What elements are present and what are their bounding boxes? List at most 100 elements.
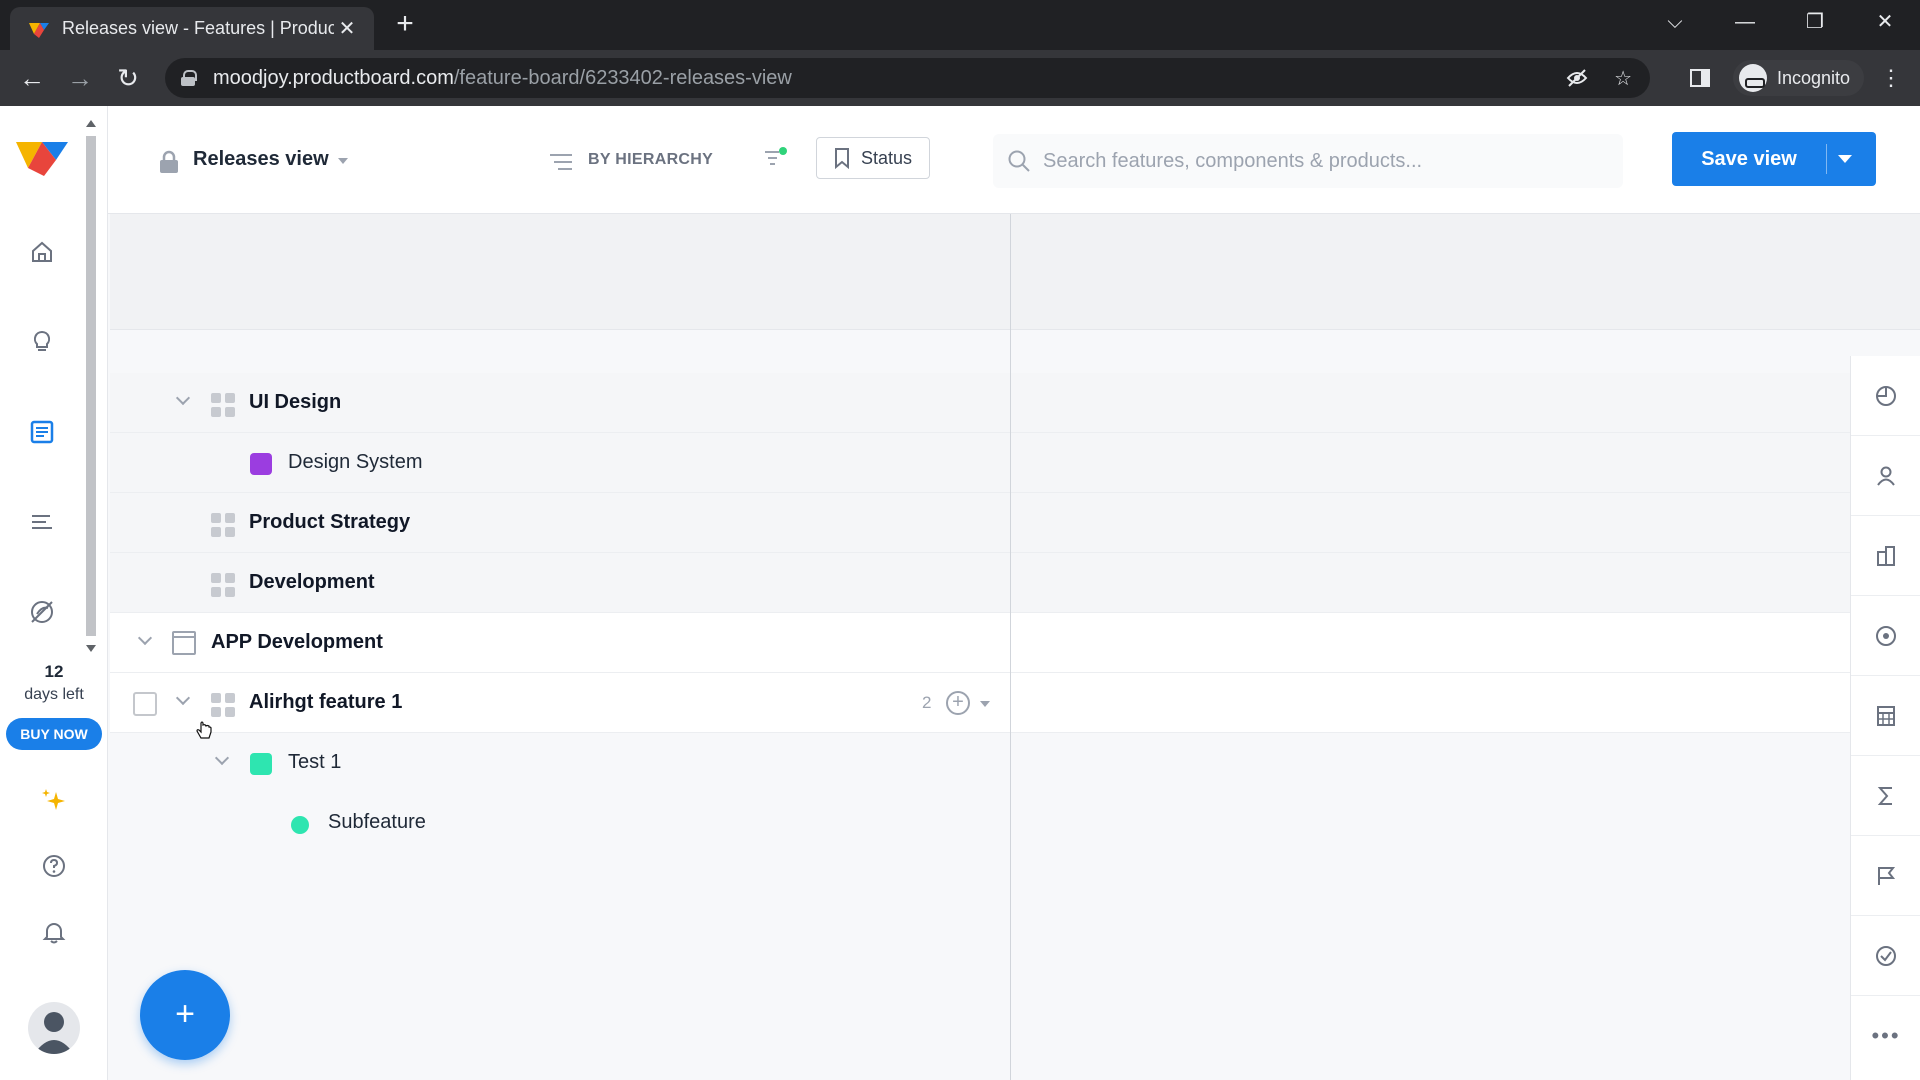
trial-days-count: 12 [44,662,64,681]
rail-item[interactable] [1851,916,1920,996]
view-toolbar: Releases view BY HIERARCHY Status Search… [108,106,1920,214]
view-dropdown-caret-icon[interactable] [338,158,348,164]
view-title[interactable]: Releases view [193,148,329,171]
chevron-down-icon[interactable] [175,390,191,406]
tree-row-label[interactable]: Design System [288,451,423,474]
tree-row-label[interactable]: UI Design [249,391,341,414]
lock-icon[interactable] [181,70,197,86]
rail-item[interactable]: ••• [1851,996,1920,1076]
tree-row-hover[interactable]: Alirhgt feature 1 2 + [110,673,1850,733]
features-board-icon[interactable] [24,414,60,450]
nav-scrollbar[interactable] [84,114,98,658]
productboard-favicon-icon [29,22,49,38]
help-icon[interactable] [36,848,72,884]
forward-icon[interactable]: → [62,60,98,96]
rail-item[interactable] [1851,436,1920,516]
filter-icon[interactable] [762,146,788,170]
window-close-icon[interactable]: ✕ [1850,0,1920,44]
sigma-icon [1877,786,1892,805]
incognito-profile[interactable]: Incognito [1732,60,1864,96]
tree-row-label[interactable]: APP Development [211,631,383,654]
home-icon[interactable] [24,234,60,270]
restore-icon[interactable]: ❐ [1780,0,1850,44]
component-icon [211,573,235,597]
subfeature-dot-icon [291,816,309,834]
roadmap-icon[interactable] [24,504,60,540]
sparkle-icon[interactable] [36,782,72,818]
star-icon[interactable]: ☆ [1614,66,1632,91]
column-divider[interactable] [1010,214,1011,1080]
minimize-icon[interactable]: — [1710,0,1780,44]
add-menu-caret-icon[interactable] [980,701,990,707]
browser-menu-icon[interactable]: ⋮ [1880,65,1902,91]
rail-item[interactable] [1851,756,1920,836]
tree-row-label[interactable]: Product Strategy [249,511,410,534]
view-lock-icon [160,150,178,173]
productboard-logo-icon[interactable] [14,134,70,178]
target-icon [1876,625,1896,646]
chevron-down-icon[interactable] [214,750,230,766]
tree-row[interactable]: UI Design [110,373,1850,433]
new-tab-icon[interactable]: + [390,9,420,41]
sidepanel-icon[interactable] [1689,67,1711,89]
tree-row-label[interactable]: Development [249,571,375,594]
rail-item[interactable] [1851,516,1920,596]
tree-row-product[interactable]: APP Development [110,613,1850,673]
chevron-down-icon[interactable] [175,690,191,706]
tree-row[interactable]: Subfeature [110,793,1850,853]
feature-color-icon [250,753,272,775]
flag-icon [1878,866,1896,885]
save-view-button[interactable]: Save view [1672,132,1876,186]
release-column-header [110,214,1920,330]
insights-lightbulb-icon[interactable] [24,324,60,360]
tree-row-label[interactable]: Alirhgt feature 1 [249,691,402,714]
bookmark-icon [835,148,849,169]
url-host: moodjoy.productboard.com [213,66,454,89]
tab-search-icon[interactable]: ⌵ [1640,0,1710,44]
rail-item[interactable] [1851,836,1920,916]
rail-item[interactable] [1851,356,1920,436]
rail-item[interactable] [1851,596,1920,676]
row-checkbox[interactable] [133,692,157,716]
back-icon[interactable]: ← [14,60,50,96]
user-avatar[interactable] [28,1002,80,1054]
save-view-label: Save view [1701,148,1797,170]
component-icon [211,693,235,717]
tree-row-label[interactable]: Test 1 [288,751,341,774]
notifications-bell-icon[interactable] [36,914,72,950]
incognito-label: Incognito [1776,67,1850,88]
component-icon [211,393,235,417]
browser-tabstrip: Releases view - Features | Produc ✕ + ⌵ … [0,0,1920,50]
tab-title: Releases view - Features | Produc [62,18,334,38]
component-icon [211,513,235,537]
save-view-dropdown-icon[interactable] [1838,155,1852,163]
chevron-down-icon[interactable] [137,630,153,646]
add-fab-button[interactable]: + [140,970,230,1060]
tree-row[interactable]: Test 1 [110,733,1850,793]
hierarchy-icon[interactable] [548,152,574,172]
search-placeholder: Search features, components & products..… [1043,149,1423,172]
company-building-icon [1877,545,1895,566]
tree-row[interactable]: Product Strategy [110,493,1850,553]
more-icon: ••• [1871,1023,1901,1048]
grouping-label[interactable]: BY HIERARCHY [588,151,713,169]
tab-close-icon[interactable]: ✕ [334,16,360,41]
tree-row[interactable]: Design System [110,433,1850,493]
status-button[interactable]: Status [816,137,930,179]
rail-item[interactable] [1851,676,1920,756]
search-input[interactable]: Search features, components & products..… [993,134,1623,188]
portal-icon[interactable] [24,594,60,630]
tree-row-label[interactable]: Subfeature [328,811,426,834]
check-circle-icon [1876,945,1896,966]
browser-toolbar: ← → ↻ moodjoy.productboard.com /feature-… [0,50,1920,106]
eye-slash-icon[interactable] [1566,68,1588,88]
address-bar[interactable]: moodjoy.productboard.com /feature-board/… [165,58,1650,98]
reload-icon[interactable]: ↻ [110,60,146,96]
browser-tab[interactable]: Releases view - Features | Produc ✕ [10,7,374,50]
buy-now-button[interactable]: BUY NOW [6,718,102,750]
tree-row[interactable]: Development [110,553,1850,613]
add-child-icon[interactable]: + [946,691,970,715]
url-path: /feature-board/6233402-releases-view [453,66,792,89]
trial-days-label: days left [24,686,84,703]
calculator-icon [1877,705,1895,726]
